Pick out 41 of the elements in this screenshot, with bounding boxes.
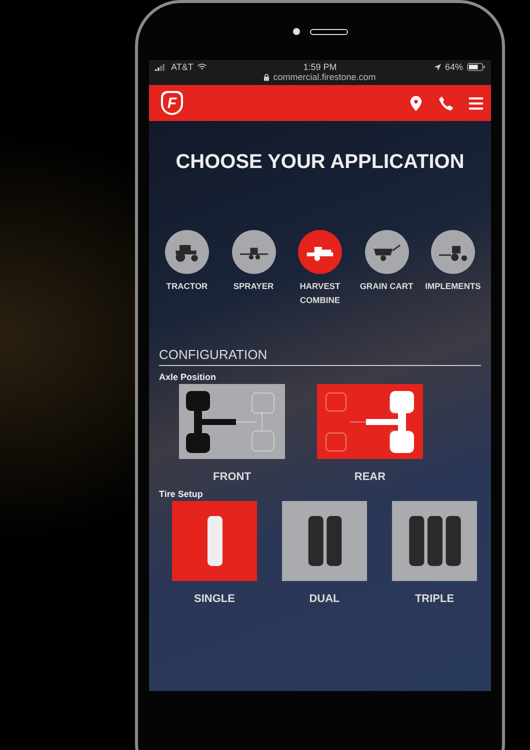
- location-arrow-icon: [434, 64, 441, 70]
- application-label: SPRAYER: [233, 280, 274, 293]
- battery-icon: [467, 63, 485, 71]
- location-pin-icon[interactable]: [409, 96, 423, 110]
- tire-option-label: DUAL: [309, 593, 340, 606]
- tire-icon: [206, 516, 224, 566]
- application-label: TRACTOR: [166, 280, 208, 293]
- speaker-slot: [310, 28, 348, 34]
- application-button[interactable]: [232, 230, 276, 274]
- tire-option-label: TRIPLE: [414, 593, 454, 606]
- application-button[interactable]: [364, 230, 408, 274]
- signal-icon: [155, 64, 167, 70]
- tire-setup-label: Tire Setup: [159, 489, 204, 500]
- phone-icon[interactable]: [439, 96, 453, 110]
- carrier-name: AT&T: [171, 62, 194, 72]
- tire-option-tile[interactable]: [392, 501, 477, 582]
- tire-option-label: SINGLE: [194, 593, 235, 606]
- application-button[interactable]: [298, 230, 342, 274]
- application-label: GRAIN CART: [360, 280, 414, 293]
- tire-option-tile[interactable]: [172, 501, 257, 582]
- axle-option-tile[interactable]: [179, 384, 285, 460]
- section-heading: CONFIGURATION: [159, 347, 481, 366]
- camera-dot: [292, 28, 300, 35]
- application-button[interactable]: [165, 230, 209, 274]
- axle-option-tile[interactable]: [317, 384, 423, 460]
- url-text: commercial.firestone.com: [273, 72, 376, 82]
- application-button[interactable]: [431, 230, 475, 274]
- wifi-icon: [197, 63, 208, 71]
- axle-option-label: FRONT: [213, 471, 251, 484]
- application-label: IMPLEMENTS: [425, 280, 481, 293]
- logo-badge[interactable]: F: [161, 91, 183, 115]
- tire-option-tile[interactable]: [282, 501, 367, 582]
- battery-percent: 64%: [444, 62, 463, 72]
- page-title: CHOOSE YOUR APPLICATION: [174, 151, 466, 174]
- clock-time: 1:59 PM: [303, 62, 337, 72]
- axle-option-label: REAR: [354, 471, 386, 484]
- lock-icon: [264, 74, 270, 80]
- axle-position-label: Axle Position: [159, 372, 218, 382]
- menu-icon[interactable]: [469, 96, 483, 110]
- application-label: HARVEST COMBINE: [298, 280, 342, 307]
- cart-icon: [372, 242, 402, 262]
